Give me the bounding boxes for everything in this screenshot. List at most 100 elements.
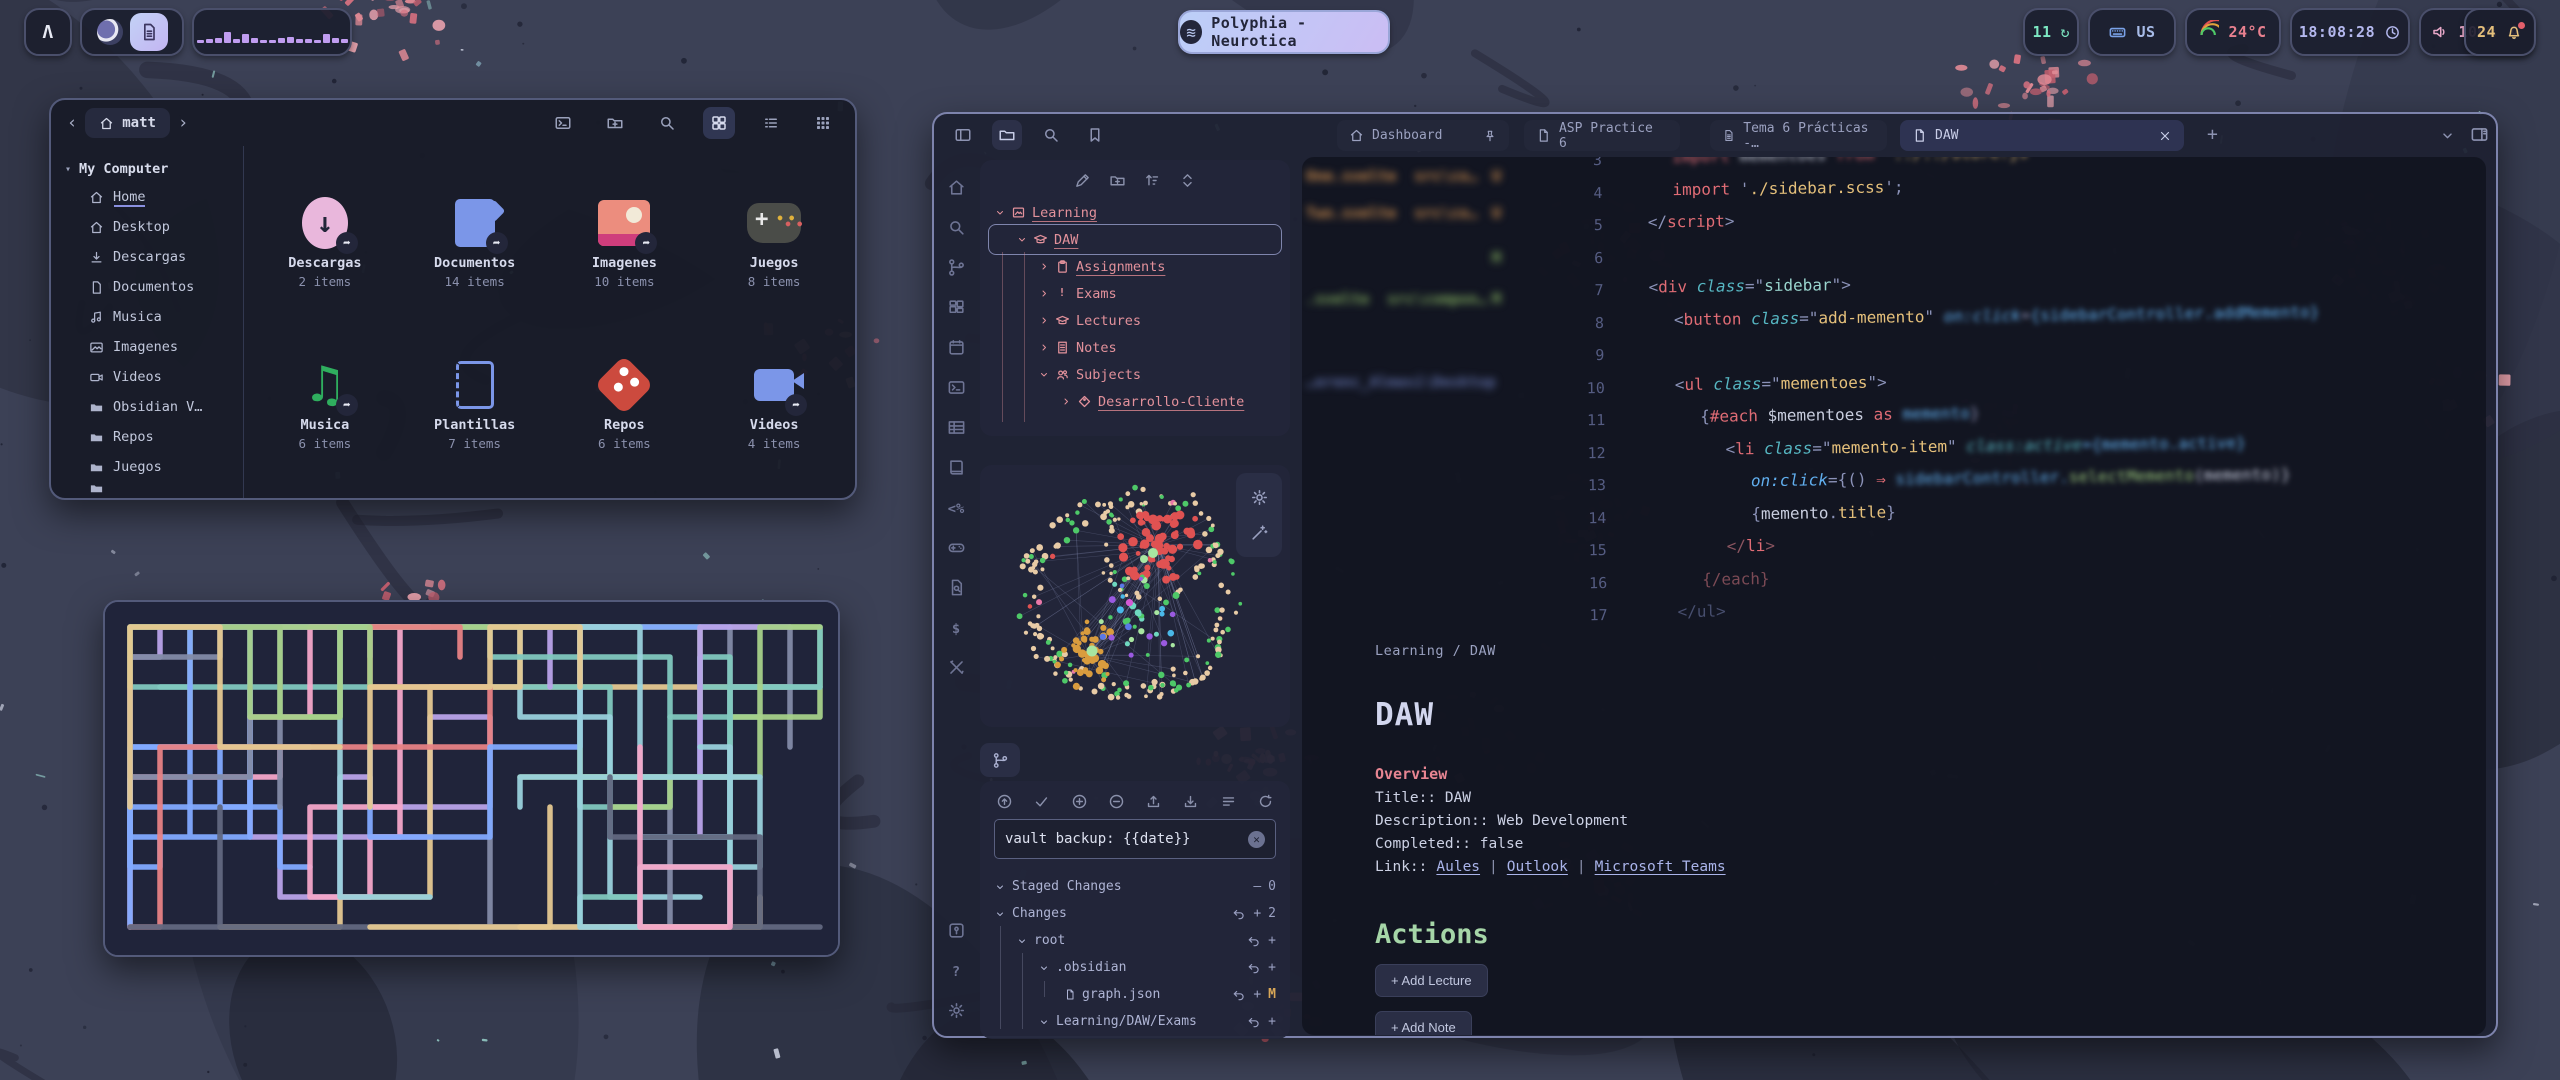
ribbon-gamepad-button[interactable]: [947, 538, 966, 557]
ribbon-search-button[interactable]: [947, 218, 966, 237]
bookmarks-tab-icon[interactable]: [1080, 120, 1110, 150]
undo-icon[interactable]: [1247, 1015, 1261, 1029]
open-terminal-button[interactable]: [547, 107, 579, 139]
toggle-left-sidebar-icon[interactable]: [948, 120, 978, 150]
ribbon-book-button[interactable]: [947, 458, 966, 477]
ribbon-docsearch-button[interactable]: [947, 578, 966, 597]
ribbon-calendar-button[interactable]: [947, 338, 966, 357]
grid-item-documentos[interactable]: ➦Documentos14 items: [400, 160, 550, 322]
tab-close-icon[interactable]: [2158, 129, 2172, 143]
grid-item-repos[interactable]: Repos6 items: [550, 322, 700, 484]
tree-item-lectures[interactable]: Lectures: [980, 307, 1290, 334]
collapse-all-button[interactable]: [1179, 172, 1196, 189]
new-folder-button[interactable]: [599, 107, 631, 139]
toggle-right-sidebar-icon[interactable]: [2470, 125, 2489, 144]
clear-message-icon[interactable]: ✕: [1248, 831, 1265, 848]
git-row-staged-changes[interactable]: Staged Changes—0: [980, 873, 1290, 900]
tree-item-subjects[interactable]: Subjects: [980, 361, 1290, 388]
commit-message-input[interactable]: vault backup: {{date}} ✕: [994, 819, 1276, 859]
sidebar-item-home[interactable]: Home: [65, 182, 243, 212]
sidebar-root[interactable]: ▾ My Computer: [65, 156, 243, 182]
grid-item-musica[interactable]: ♫➦Musica6 items: [250, 322, 400, 484]
notifications-widget[interactable]: 24: [2464, 8, 2536, 56]
weather-widget[interactable]: 24°C: [2185, 8, 2281, 56]
tab-tema-6-pr-cticas-[interactable]: Tema 6 Prácticas -…: [1710, 120, 1887, 151]
clock-widget[interactable]: 18:08:28: [2290, 8, 2410, 56]
ribbon-templater-button[interactable]: <%: [948, 498, 964, 517]
sidebar-item-videos[interactable]: Videos: [65, 362, 243, 392]
launcher-button[interactable]: Λ: [24, 8, 72, 56]
note-link-outlook[interactable]: Outlook: [1507, 859, 1568, 875]
firefox-icon[interactable]: [97, 19, 123, 45]
sort-order-button[interactable]: [1144, 172, 1161, 189]
tab-dashboard[interactable]: Dashboard: [1337, 120, 1509, 151]
list-view-button[interactable]: [755, 107, 787, 139]
tab-list-chevron-icon[interactable]: [2439, 127, 2456, 144]
updates-widget[interactable]: 11 ↻: [2023, 8, 2079, 56]
new-note-button[interactable]: [1074, 172, 1091, 189]
grid-item-descargas[interactable]: ➦Descargas2 items: [250, 160, 400, 322]
sidebar-item-musica[interactable]: Musica: [65, 302, 243, 332]
git-row-graph-json[interactable]: graph.json+M: [980, 981, 1290, 1008]
pull-button[interactable]: [1182, 793, 1199, 810]
git-branch-button[interactable]: [980, 743, 1020, 777]
undo-icon[interactable]: [1232, 907, 1246, 921]
tab-daw[interactable]: DAW: [1900, 120, 2184, 151]
files-tab-icon[interactable]: [992, 120, 1022, 150]
undo-icon[interactable]: [1247, 934, 1261, 948]
keyboard-layout-widget[interactable]: US: [2088, 8, 2176, 56]
change-list-button[interactable]: [1220, 793, 1237, 810]
unstage-all-button[interactable]: [1108, 793, 1125, 810]
git-row-root[interactable]: root+: [980, 927, 1290, 954]
tree-item-exams[interactable]: !Exams: [980, 280, 1290, 307]
ribbon-table-button[interactable]: [947, 418, 966, 437]
search-tab-icon[interactable]: [1036, 120, 1066, 150]
grid-item-plantillas[interactable]: Plantillas7 items: [400, 322, 550, 484]
back-button[interactable]: ‹: [67, 113, 77, 133]
refresh-button[interactable]: [1257, 793, 1274, 810]
note-link-microsoft-teams[interactable]: Microsoft Teams: [1595, 859, 1726, 875]
stage-all-button[interactable]: [1071, 793, 1088, 810]
ribbon-vault-button[interactable]: [947, 921, 966, 940]
commit-button[interactable]: [1033, 793, 1050, 810]
sidebar-item-juegos[interactable]: Juegos: [65, 452, 243, 482]
grid-view-button[interactable]: [703, 107, 735, 139]
ribbon-grid4-button[interactable]: [947, 298, 966, 317]
sidebar-item-obsidianv[interactable]: Obsidian V…: [65, 392, 243, 422]
grid-item-imagenes[interactable]: ➦Imagenes10 items: [550, 160, 700, 322]
git-row-changes[interactable]: Changes+2: [980, 900, 1290, 927]
notes-app-icon[interactable]: [130, 13, 168, 51]
new-tab-button[interactable]: +: [2207, 124, 2218, 145]
ribbon-dollar-button[interactable]: $: [952, 618, 960, 637]
ribbon-gear-button[interactable]: [947, 1001, 966, 1020]
commit-push-button[interactable]: [996, 793, 1013, 810]
tree-item-desarrollo-cliente[interactable]: Desarrollo-Cliente: [980, 388, 1290, 415]
grid-item-juegos[interactable]: Juegos8 items: [699, 160, 849, 322]
action-button--add-lecture[interactable]: + Add Lecture: [1375, 964, 1488, 997]
note-breadcrumb[interactable]: Learning / DAW: [1375, 643, 2446, 659]
tree-item-learning[interactable]: Learning: [980, 199, 1290, 226]
compact-view-button[interactable]: [807, 107, 839, 139]
note-link-aules[interactable]: Aules: [1436, 859, 1480, 875]
tree-item-daw[interactable]: DAW: [980, 226, 1290, 253]
git-row-learning-daw-exams[interactable]: Learning/DAW/Exams+: [980, 1008, 1290, 1035]
sidebar-item-descargas[interactable]: Descargas: [65, 242, 243, 272]
undo-icon[interactable]: [1232, 988, 1246, 1002]
grid-item-videos[interactable]: ➦Videos4 items: [699, 322, 849, 484]
tree-item-assignments[interactable]: Assignments: [980, 253, 1290, 280]
undo-icon[interactable]: [1247, 961, 1261, 975]
ribbon-help-button[interactable]: ?: [952, 961, 960, 980]
sidebar-item-desktop[interactable]: Desktop: [65, 212, 243, 242]
graph-filter-wand-icon[interactable]: [1250, 523, 1269, 542]
sidebar-item-repos[interactable]: Repos: [65, 422, 243, 452]
forward-button[interactable]: ›: [178, 113, 188, 133]
ribbon-tools-button[interactable]: [947, 658, 966, 677]
music-player-widget[interactable]: ≋ Polyphia - Neurotica: [1178, 10, 1390, 54]
action-button--add-note[interactable]: + Add Note: [1375, 1011, 1472, 1035]
sidebar-item-documentos[interactable]: Documentos: [65, 272, 243, 302]
ribbon-terminal-button[interactable]: [947, 378, 966, 397]
git-row--obsidian[interactable]: .obsidian+: [980, 954, 1290, 981]
new-folder-button[interactable]: [1109, 172, 1126, 189]
ribbon-branch-button[interactable]: [947, 258, 966, 277]
ribbon-home-button[interactable]: [947, 178, 966, 197]
